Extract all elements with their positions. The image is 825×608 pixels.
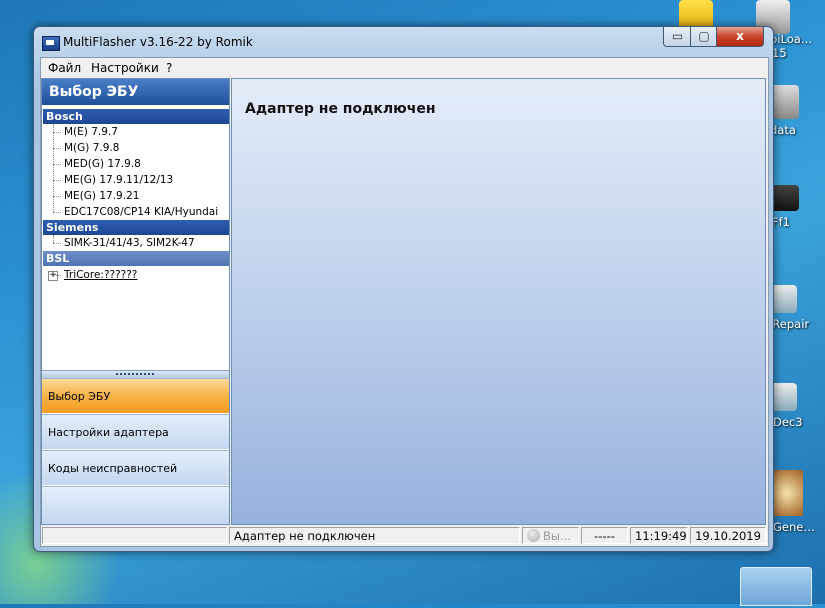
ecu-item[interactable]: EDC17C08/CP14 KIA/Hyundai — [42, 204, 229, 220]
menu-settings[interactable]: Настройки — [91, 61, 159, 75]
close-button[interactable]: x — [716, 27, 764, 47]
repair-icon — [771, 383, 797, 411]
package-icon — [740, 567, 812, 606]
main-panel: Адаптер не подключен — [231, 78, 766, 525]
connection-indicator: Вы... — [522, 527, 579, 544]
led-label: Вы... — [543, 529, 571, 543]
tricore-label: TriCore:?????? — [64, 269, 138, 281]
title-bar[interactable]: MultiFlasher v3.16-22 by Romik ▭ ▢ x — [34, 27, 773, 57]
desktop-icon-data[interactable]: data — [765, 85, 825, 137]
menu-file[interactable]: Файл — [48, 61, 81, 75]
ecu-item-tricore[interactable]: TriCore:?????? — [42, 267, 229, 283]
nav-adapter-settings[interactable]: Настройки адаптера — [42, 414, 229, 449]
window-title: MultiFlasher v3.16-22 by Romik — [63, 35, 253, 49]
status-bar: Адаптер не подключен Вы... ----- 11:19:4… — [41, 525, 768, 546]
app-icon — [42, 36, 60, 51]
ecu-item[interactable]: ME(G) 17.9.11/12/13 — [42, 172, 229, 188]
status-time: 11:19:49 — [630, 527, 688, 544]
group-siemens[interactable]: Siemens — [43, 220, 229, 235]
status-date: 19.10.2019 — [690, 527, 766, 544]
nav-empty-slot — [42, 486, 229, 524]
desktop-icon-gene[interactable]: Gene… — [765, 470, 825, 534]
gene-icon — [770, 470, 803, 516]
tools-icon — [771, 85, 799, 119]
minimize-icon: ▭ — [671, 29, 684, 43]
client-area: Файл Настройки ? Выбор ЭБУ Bosch M(E) 7.… — [40, 57, 769, 547]
led-icon — [527, 529, 540, 542]
nav-fault-codes[interactable]: Коды неисправностей — [42, 450, 229, 485]
maximize-button[interactable]: ▢ — [690, 27, 718, 47]
adapter-status-title: Адаптер не подключен — [245, 101, 436, 117]
status-cell-empty — [42, 527, 227, 544]
desktop-icon-dec3[interactable]: Dec3 — [765, 383, 825, 429]
panel-splitter[interactable] — [42, 370, 229, 378]
desktop-icon-bottom[interactable] — [740, 567, 812, 608]
ecu-item[interactable]: M(G) 7.9.8 — [42, 140, 229, 156]
ecu-item[interactable]: MED(G) 17.9.8 — [42, 156, 229, 172]
ecu-selection-panel: Выбор ЭБУ Bosch M(E) 7.9.7 M(G) 7.9.8 ME… — [41, 78, 230, 525]
group-bosch[interactable]: Bosch — [43, 109, 229, 124]
ecu-item[interactable]: ME(G) 17.9.21 — [42, 188, 229, 204]
nav-ecu-select[interactable]: Выбор ЭБУ — [42, 378, 229, 413]
ecu-tree[interactable]: Bosch M(E) 7.9.7 M(G) 7.9.8 MED(G) 17.9.… — [42, 109, 229, 283]
ecu-item[interactable]: SIMK-31/41/43, SIM2K-47 — [42, 235, 229, 251]
multiflasher-window: MultiFlasher v3.16-22 by Romik ▭ ▢ x Фай… — [33, 26, 774, 552]
desktop-icon-ff1[interactable]: Ff1 — [765, 185, 825, 229]
ecu-item[interactable]: M(E) 7.9.7 — [42, 124, 229, 140]
repair-icon — [771, 285, 797, 313]
status-value: ----- — [581, 527, 628, 544]
menu-help[interactable]: ? — [166, 61, 172, 75]
maximize-icon: ▢ — [698, 29, 710, 43]
panel-header: Выбор ЭБУ — [42, 79, 229, 105]
minimize-button[interactable]: ▭ — [663, 27, 692, 47]
chip-icon — [771, 185, 799, 211]
desktop-icon-repair[interactable]: gRepair — [765, 285, 825, 331]
close-icon: x — [736, 29, 744, 43]
status-message: Адаптер не подключен — [229, 527, 520, 544]
menu-bar: Файл Настройки ? — [41, 58, 768, 78]
group-bsl[interactable]: BSL — [43, 251, 229, 266]
